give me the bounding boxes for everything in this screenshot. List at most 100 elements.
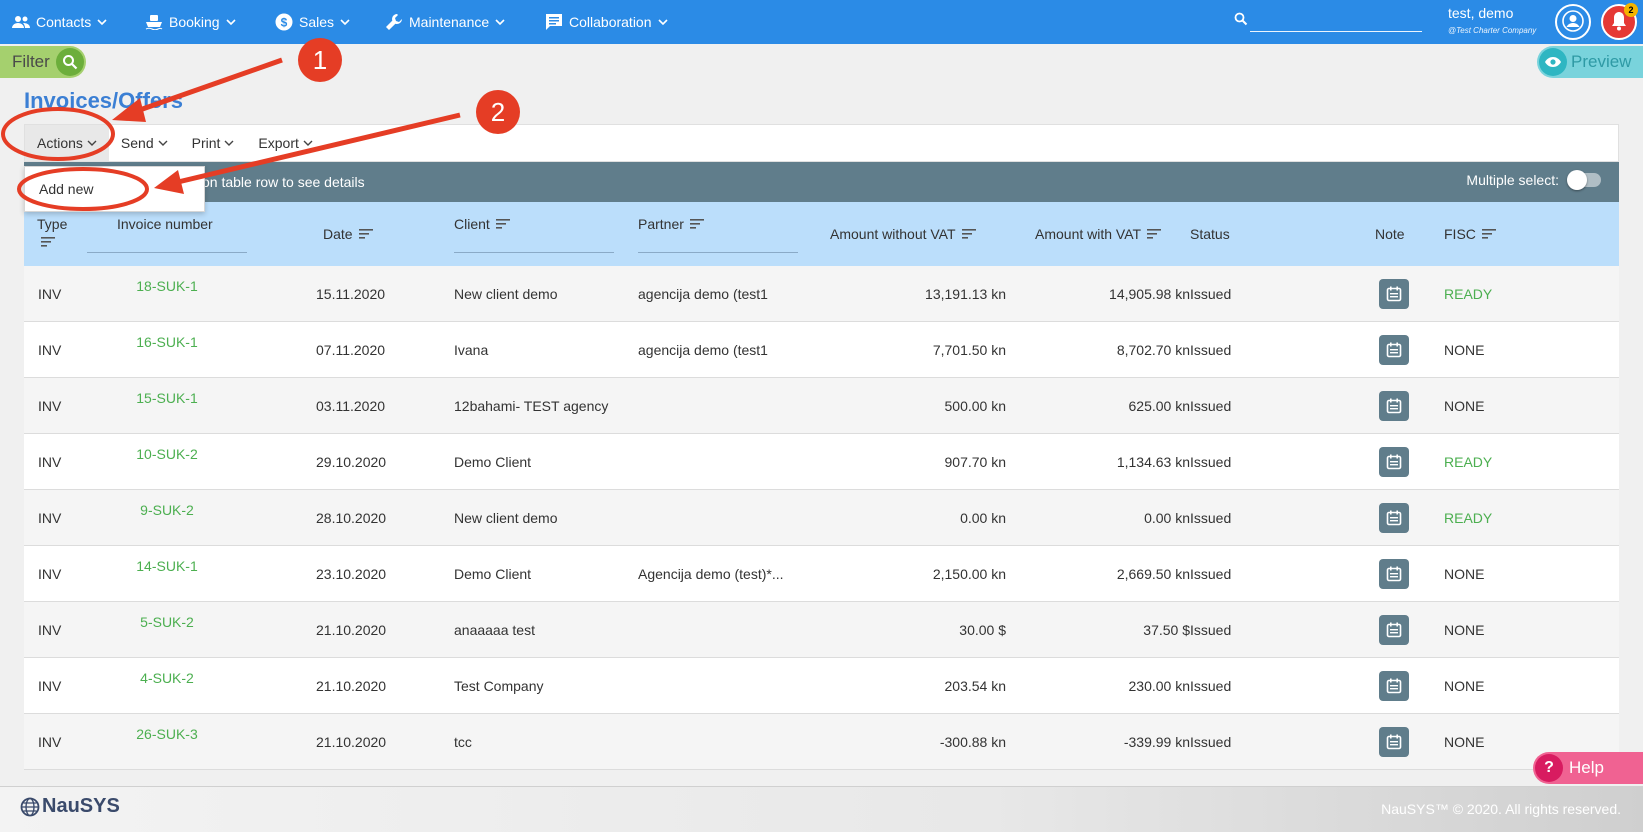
note-button[interactable] <box>1379 602 1409 658</box>
filter-button[interactable]: Filter <box>0 46 86 78</box>
user-info[interactable]: test, demo @Test Charter Company <box>1448 5 1536 35</box>
chevron-down-icon <box>224 138 234 148</box>
col-note[interactable]: Note <box>1375 226 1405 242</box>
col-status[interactable]: Status <box>1190 226 1230 242</box>
nav-sales[interactable]: $ Sales <box>265 0 360 44</box>
invoice-number-link[interactable]: 26-SUK-3 <box>87 714 247 770</box>
nav-collaboration[interactable]: Collaboration <box>535 0 678 44</box>
invoice-number-link[interactable]: 18-SUK-1 <box>87 266 247 322</box>
table-row[interactable]: INV 10-SUK-2 29.10.2020 Demo Client 907.… <box>24 434 1619 490</box>
cell-date: 28.10.2020 <box>316 510 387 526</box>
col-invoice-number[interactable]: Invoice number <box>117 216 213 232</box>
footer: NauSYS NauSYS™ © 2020. All rights reserv… <box>0 786 1643 832</box>
nav-booking[interactable]: Booking <box>135 0 246 44</box>
nav-maintenance[interactable]: Maintenance <box>375 0 515 44</box>
export-menu-button[interactable]: Export <box>246 125 324 161</box>
print-menu-button[interactable]: Print <box>180 125 247 161</box>
search-icon <box>56 48 84 76</box>
cell-partner: Agencija demo (test)*... <box>638 566 784 582</box>
send-label: Send <box>120 135 154 151</box>
annotation-step-1: 1 <box>298 38 342 82</box>
invoice-number-link[interactable]: 16-SUK-1 <box>87 322 247 378</box>
note-icon <box>1379 335 1409 365</box>
cell-status: Issued <box>1190 510 1232 526</box>
cell-date: 03.11.2020 <box>316 398 386 414</box>
preview-button[interactable]: Preview <box>1537 46 1643 78</box>
nav-contacts-label: Contacts <box>36 14 92 30</box>
invoice-number-link[interactable]: 14-SUK-1 <box>87 546 247 602</box>
nav-contacts[interactable]: Contacts <box>2 0 117 44</box>
note-icon <box>1379 447 1409 477</box>
cell-type: INV <box>38 454 62 470</box>
help-button[interactable]: ? Help <box>1533 752 1643 784</box>
cell-amount-with-vat: -339.99 kn <box>1123 734 1190 750</box>
notification-badge: 2 <box>1624 3 1638 17</box>
send-menu-button[interactable]: Send <box>109 125 180 161</box>
table-row[interactable]: INV 14-SUK-1 23.10.2020 Demo Client Agen… <box>24 546 1619 602</box>
cell-amount-without-vat: -300.88 kn <box>939 734 1006 750</box>
col-amount-with-vat[interactable]: Amount with VAT <box>1035 226 1162 242</box>
col-note-label: Note <box>1375 226 1405 242</box>
col-partner[interactable]: Partner <box>638 216 704 232</box>
invoice-number-link[interactable]: 5-SUK-2 <box>87 602 247 658</box>
note-button[interactable] <box>1379 714 1409 770</box>
search-icon <box>1234 12 1248 29</box>
filter-underline <box>638 252 798 253</box>
col-type[interactable]: Type <box>37 216 67 248</box>
note-button[interactable] <box>1379 378 1409 434</box>
table-row[interactable]: INV 4-SUK-2 21.10.2020 Test Company 203.… <box>24 658 1619 714</box>
table-info-strip: on table row to see details Multiple sel… <box>24 162 1619 202</box>
nausys-logo: NauSYS <box>20 795 120 818</box>
sort-icon <box>41 236 55 248</box>
col-invoice-number-label: Invoice number <box>117 216 213 232</box>
table-row[interactable]: INV 9-SUK-2 28.10.2020 New client demo 0… <box>24 490 1619 546</box>
cell-status: Issued <box>1190 342 1232 358</box>
cell-amount-without-vat: 2,150.00 kn <box>932 566 1006 582</box>
col-amount-without-vat[interactable]: Amount without VAT <box>830 226 976 242</box>
avatar[interactable] <box>1555 4 1591 40</box>
cell-status: Issued <box>1190 398 1232 414</box>
cell-status: Issued <box>1190 454 1232 470</box>
invoice-number-link[interactable]: 10-SUK-2 <box>87 434 247 490</box>
cell-fisc: READY <box>1444 286 1493 302</box>
filter-underline <box>87 252 247 253</box>
invoice-number-link[interactable]: 4-SUK-2 <box>87 658 247 714</box>
col-client[interactable]: Client <box>454 216 510 232</box>
user-icon <box>1562 9 1584 35</box>
preview-label: Preview <box>1571 52 1632 71</box>
eye-icon <box>1539 48 1567 76</box>
note-icon <box>1379 615 1409 645</box>
annotation-step-2: 2 <box>476 90 520 134</box>
table-row[interactable]: INV 18-SUK-1 15.11.2020 New client demo … <box>24 266 1619 322</box>
cell-amount-with-vat: 37.50 $ <box>1143 622 1190 638</box>
table-row[interactable]: INV 16-SUK-1 07.11.2020 Ivana agencija d… <box>24 322 1619 378</box>
chevron-down-icon <box>657 17 668 27</box>
cell-fisc: NONE <box>1444 398 1485 414</box>
add-new-menu-item[interactable]: Add new <box>25 181 93 197</box>
multiple-select-label: Multiple select: <box>1466 172 1559 188</box>
note-button[interactable] <box>1379 434 1409 490</box>
search-input[interactable] <box>1250 10 1422 32</box>
top-nav: Contacts Booking $ Sales Maintenance Col… <box>0 0 1643 44</box>
note-button[interactable] <box>1379 322 1409 378</box>
note-button[interactable] <box>1379 658 1409 714</box>
nav-maintenance-label: Maintenance <box>409 14 490 30</box>
note-button[interactable] <box>1379 546 1409 602</box>
cell-amount-without-vat: 203.54 kn <box>944 678 1007 694</box>
cell-partner: agencija demo (test1 <box>638 342 768 358</box>
cell-date: 15.11.2020 <box>316 286 386 302</box>
note-button[interactable] <box>1379 490 1409 546</box>
actions-menu-button[interactable]: Actions <box>25 125 109 161</box>
note-button[interactable] <box>1379 266 1409 322</box>
invoice-number-link[interactable]: 15-SUK-1 <box>87 378 247 434</box>
invoice-number-link[interactable]: 9-SUK-2 <box>87 490 247 546</box>
col-date[interactable]: Date <box>323 226 373 242</box>
cell-date: 29.10.2020 <box>316 454 387 470</box>
notifications-button[interactable]: 2 <box>1601 3 1638 40</box>
table-row[interactable]: INV 5-SUK-2 21.10.2020 anaaaaa test 30.0… <box>24 602 1619 658</box>
col-fisc[interactable]: FISC <box>1444 226 1496 242</box>
table-row[interactable]: INV 26-SUK-3 21.10.2020 tcc -300.88 kn -… <box>24 714 1619 770</box>
table-row[interactable]: INV 15-SUK-1 03.11.2020 12bahami- TEST a… <box>24 378 1619 434</box>
multiple-select-toggle[interactable] <box>1567 170 1601 190</box>
cell-amount-with-vat: 1,134.63 kn <box>1116 454 1190 470</box>
